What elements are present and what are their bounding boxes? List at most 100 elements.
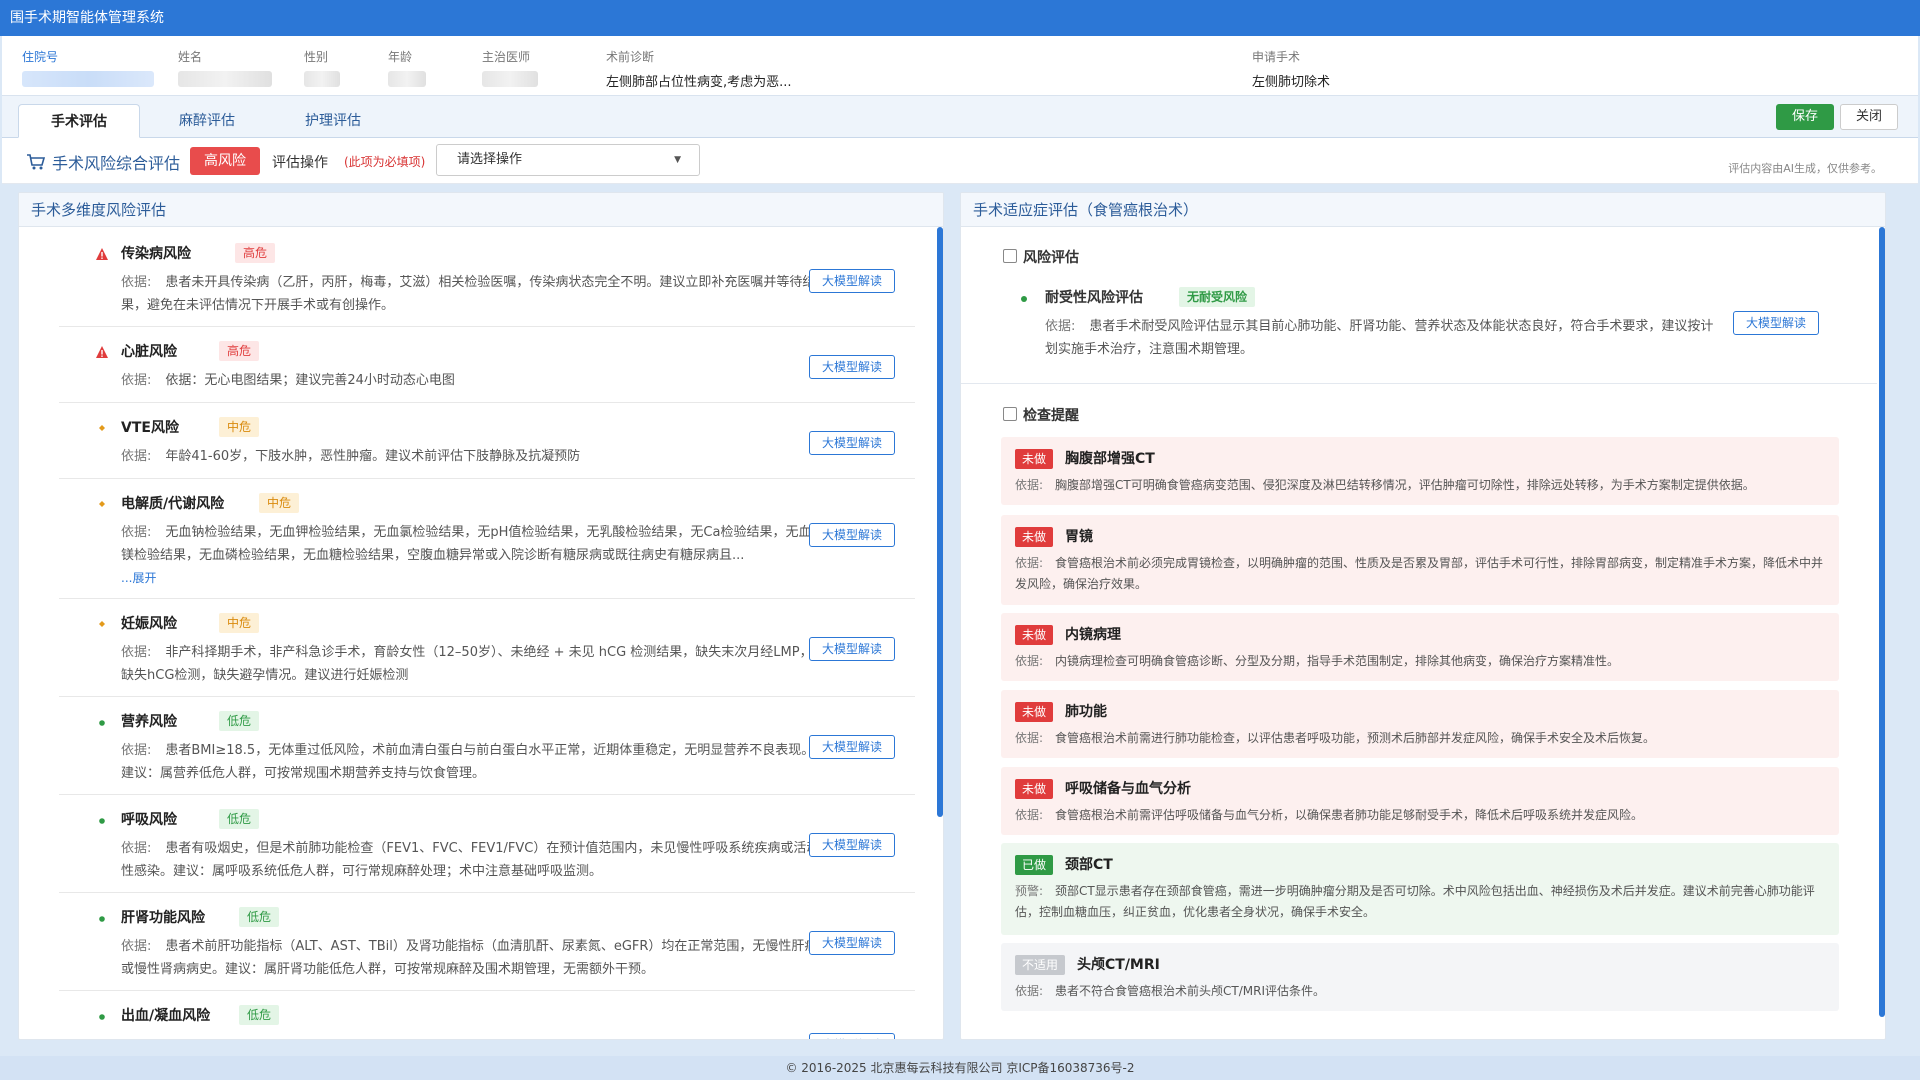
risk-basis: 依据: 无血钠检验结果，无血钾检验结果，无血氯检验结果，无pH值检验结果，无乳酸检… xyxy=(121,525,812,563)
operation-select[interactable]: 请选择操作 ▼ xyxy=(436,144,700,176)
check-name: 头颅CT/MRI xyxy=(1077,957,1160,973)
risk-basis: 依据: 患者有吸烟史，但是术前肺功能检查（FEV1、FVC、FEV1/FVC）在预… xyxy=(121,841,820,879)
llm-interpret-button[interactable]: 大模型解读 xyxy=(809,931,895,955)
risk-item-nutrition: 营养风险 低危 依据: 患者BMI≥18.5，无体重过低风险，术前血清白蛋白与前白… xyxy=(59,711,915,795)
check-card-pulmonary-function: 未做 肺功能 依据: 食管癌根治术前需进行肺功能检查，以评估患者呼吸功能，预测术后… xyxy=(1001,690,1839,758)
check-name: 胃镜 xyxy=(1065,529,1093,545)
diamond-icon xyxy=(99,501,105,507)
risk-name: 出血/凝血风险 xyxy=(121,1008,211,1024)
llm-interpret-button[interactable]: 大模型解读 xyxy=(809,833,895,857)
gender-value-masked xyxy=(304,71,340,87)
risk-item-electrolyte: 电解质/代谢风险 中危 依据: 无血钠检验结果，无血钾检验结果，无血氯检验结果，无… xyxy=(59,493,915,599)
app-title: 围手术期智能体管理系统 xyxy=(0,0,1920,36)
risk-basis: 依据: 患者BMI≥18.5，无体重过低风险，术前血清白蛋白与前白蛋白水平正常，近… xyxy=(121,743,815,781)
surgery-label: 申请手术 xyxy=(1252,50,1301,64)
left-panel-title: 手术多维度风险评估 xyxy=(19,193,943,227)
llm-interpret-button[interactable]: 大模型解读 xyxy=(809,523,895,547)
tab-nursing-assessment[interactable]: 护理评估 xyxy=(278,104,388,138)
check-name: 肺功能 xyxy=(1065,704,1107,720)
warning-icon xyxy=(96,248,108,260)
right-panel-scrollbar[interactable] xyxy=(1879,227,1885,1017)
inpatient-no-field: 住院号 xyxy=(22,48,154,91)
patient-info-bar: 住院号 姓名 性别 年龄 主治医师 术前诊断 左侧肺部占位性病变,考虑为恶...… xyxy=(2,36,1918,96)
age-value-masked xyxy=(388,71,426,87)
check-card-gastroscopy: 未做 胃镜 依据: 食管癌根治术前必须完成胃镜检查，以明确肿瘤的范围、性质及是否累… xyxy=(1001,515,1839,605)
risk-basis: 依据: 患者术前肝功能指标（ALT、AST、TBil）及肾功能指标（血清肌酐、尿素… xyxy=(121,939,818,977)
check-card-endoscopic-pathology: 未做 内镜病理 依据: 内镜病理检查可明确食管癌诊断、分型及分期，指导手术范围制定… xyxy=(1001,613,1839,681)
tab-surgery-assessment[interactable]: 手术评估 xyxy=(18,104,140,138)
left-panel-scrollbar[interactable] xyxy=(937,227,943,817)
risk-name: 营养风险 xyxy=(121,714,177,730)
check-card-neck-ct: 已做 颈部CT 预警: 颈部CT显示患者存在颈部食管癌，需进一步明确肿瘤分期及是否… xyxy=(1001,843,1839,935)
ai-disclaimer: 评估内容由AI生成，仅供参考。 xyxy=(1728,162,1882,175)
dot-icon xyxy=(99,916,105,922)
risk-level-badge: 低危 xyxy=(219,711,260,731)
age-field: 年龄 xyxy=(388,48,426,91)
status-badge: 未做 xyxy=(1015,779,1054,799)
risk-item-liver-kidney: 肝肾功能风险 低危 依据: 患者术前肝功能指标（ALT、AST、TBil）及肾功能… xyxy=(59,907,915,991)
inpatient-no-label: 住院号 xyxy=(22,50,59,64)
diamond-icon xyxy=(99,425,105,431)
llm-interpret-button[interactable]: 大模型解读 xyxy=(809,269,895,293)
risk-item-cardiac: 心脏风险 高危 依据: 依据：无心电图结果；建议完善24小时动态心电图 大模型解读 xyxy=(59,341,915,403)
diagnosis-label: 术前诊断 xyxy=(606,50,655,64)
name-label: 姓名 xyxy=(178,50,203,64)
close-button[interactable]: 关闭 xyxy=(1840,104,1898,130)
doctor-label: 主治医师 xyxy=(482,50,531,64)
section-divider xyxy=(961,383,1877,384)
risk-name: 心脏风险 xyxy=(121,344,177,360)
dot-icon xyxy=(99,720,105,726)
save-button[interactable]: 保存 xyxy=(1776,104,1834,130)
status-badge: 未做 xyxy=(1015,449,1054,469)
check-name: 胸腹部增强CT xyxy=(1065,451,1155,467)
surgical-indication-panel: 手术适应症评估（食管癌根治术） 风险评估 耐受性风险评估 无耐受风险 依据: 患者… xyxy=(960,192,1886,1040)
cart-icon xyxy=(27,154,46,170)
risk-item-respiratory: 呼吸风险 低危 依据: 患者有吸烟史，但是术前肺功能检查（FEV1、FVC、FEV… xyxy=(59,809,915,893)
chevron-down-icon: ▼ xyxy=(674,155,681,165)
check-basis: 依据: 内镜病理检查可明确食管癌诊断、分型及分期，指导手术范围制定，排除其他病变，… xyxy=(1015,654,1620,668)
check-basis: 预警: 颈部CT显示患者存在颈部食管癌，需进一步明确肿瘤分期及是否可切除。术中风险… xyxy=(1015,884,1815,919)
status-badge: 未做 xyxy=(1015,625,1054,645)
dot-icon xyxy=(99,818,105,824)
diamond-icon xyxy=(99,621,105,627)
check-card-head-ct-mri: 不适用 头颅CT/MRI 依据: 患者不符合食管癌根治术前头颅CT/MRI评估条件… xyxy=(1001,943,1839,1011)
diagnosis-field: 术前诊断 左侧肺部占位性病变,考虑为恶... xyxy=(606,48,792,90)
llm-interpret-button[interactable]: 大模型解读 xyxy=(809,1033,895,1039)
dot-icon xyxy=(99,1014,105,1020)
tab-anesthesia-assessment[interactable]: 麻醉评估 xyxy=(152,104,262,138)
warning-icon xyxy=(96,346,108,358)
status-badge: 未做 xyxy=(1015,702,1054,722)
doctor-value-masked xyxy=(482,71,538,87)
check-basis: 依据: 胸腹部增强CT可明确食管癌病变范围、侵犯深度及淋巴结转移情况，评估肿瘤可切… xyxy=(1015,478,1755,492)
document-icon xyxy=(1003,249,1017,263)
operation-label: 评估操作 xyxy=(272,155,328,171)
right-panel-title: 手术适应症评估（食管癌根治术） xyxy=(961,193,1885,227)
check-name: 呼吸储备与血气分析 xyxy=(1065,781,1191,797)
operation-select-value: 请选择操作 xyxy=(457,152,523,167)
risk-level-badge: 高危 xyxy=(235,243,276,263)
risk-name: 肝肾功能风险 xyxy=(121,910,205,926)
risk-name: 妊娠风险 xyxy=(121,616,177,632)
expand-link[interactable]: ...展开 xyxy=(121,569,156,586)
surgery-value: 左侧肺切除术 xyxy=(1252,75,1331,90)
risk-item-vte: VTE风险 中危 依据: 年龄41-60岁，下肢水肿，恶性肿瘤。建议术前评估下肢静… xyxy=(59,417,915,479)
risk-name: 电解质/代谢风险 xyxy=(121,496,225,512)
risk-level-badge: 高危 xyxy=(219,341,260,361)
check-section-title: 检查提醒 xyxy=(1023,408,1079,424)
llm-interpret-button[interactable]: 大模型解读 xyxy=(1733,311,1819,335)
llm-interpret-button[interactable]: 大模型解读 xyxy=(809,431,895,455)
risk-basis: 依据: 患者未开具传染病（乙肝，丙肝，梅毒，艾滋）相关检验医嘱，传染病状态完全不明… xyxy=(121,275,816,313)
tolerance-basis: 依据: 患者手术耐受风险评估显示其目前心肺功能、肝肾功能、营养状态及体能状态良好，… xyxy=(1045,319,1714,357)
risk-name: 呼吸风险 xyxy=(121,812,177,828)
check-card-chest-ct: 未做 胸腹部增强CT 依据: 胸腹部增强CT可明确食管癌病变范围、侵犯深度及淋巴结… xyxy=(1001,437,1839,505)
status-badge: 不适用 xyxy=(1015,955,1066,975)
footer-copyright: © 2016-2025 北京惠每云科技有限公司 京ICP备16038736号-2 xyxy=(0,1056,1920,1080)
llm-interpret-button[interactable]: 大模型解读 xyxy=(809,637,895,661)
required-note: (此项为必填项) xyxy=(344,155,426,169)
gender-field: 性别 xyxy=(304,48,340,91)
risk-name: 传染病风险 xyxy=(121,246,191,262)
llm-interpret-button[interactable]: 大模型解读 xyxy=(809,355,895,379)
risk-basis: 依据: 非产科择期手术，非产科急诊手术，育龄女性（12–50岁）、未绝经 + 未见… xyxy=(121,645,813,683)
check-name: 内镜病理 xyxy=(1065,627,1121,643)
llm-interpret-button[interactable]: 大模型解读 xyxy=(809,735,895,759)
